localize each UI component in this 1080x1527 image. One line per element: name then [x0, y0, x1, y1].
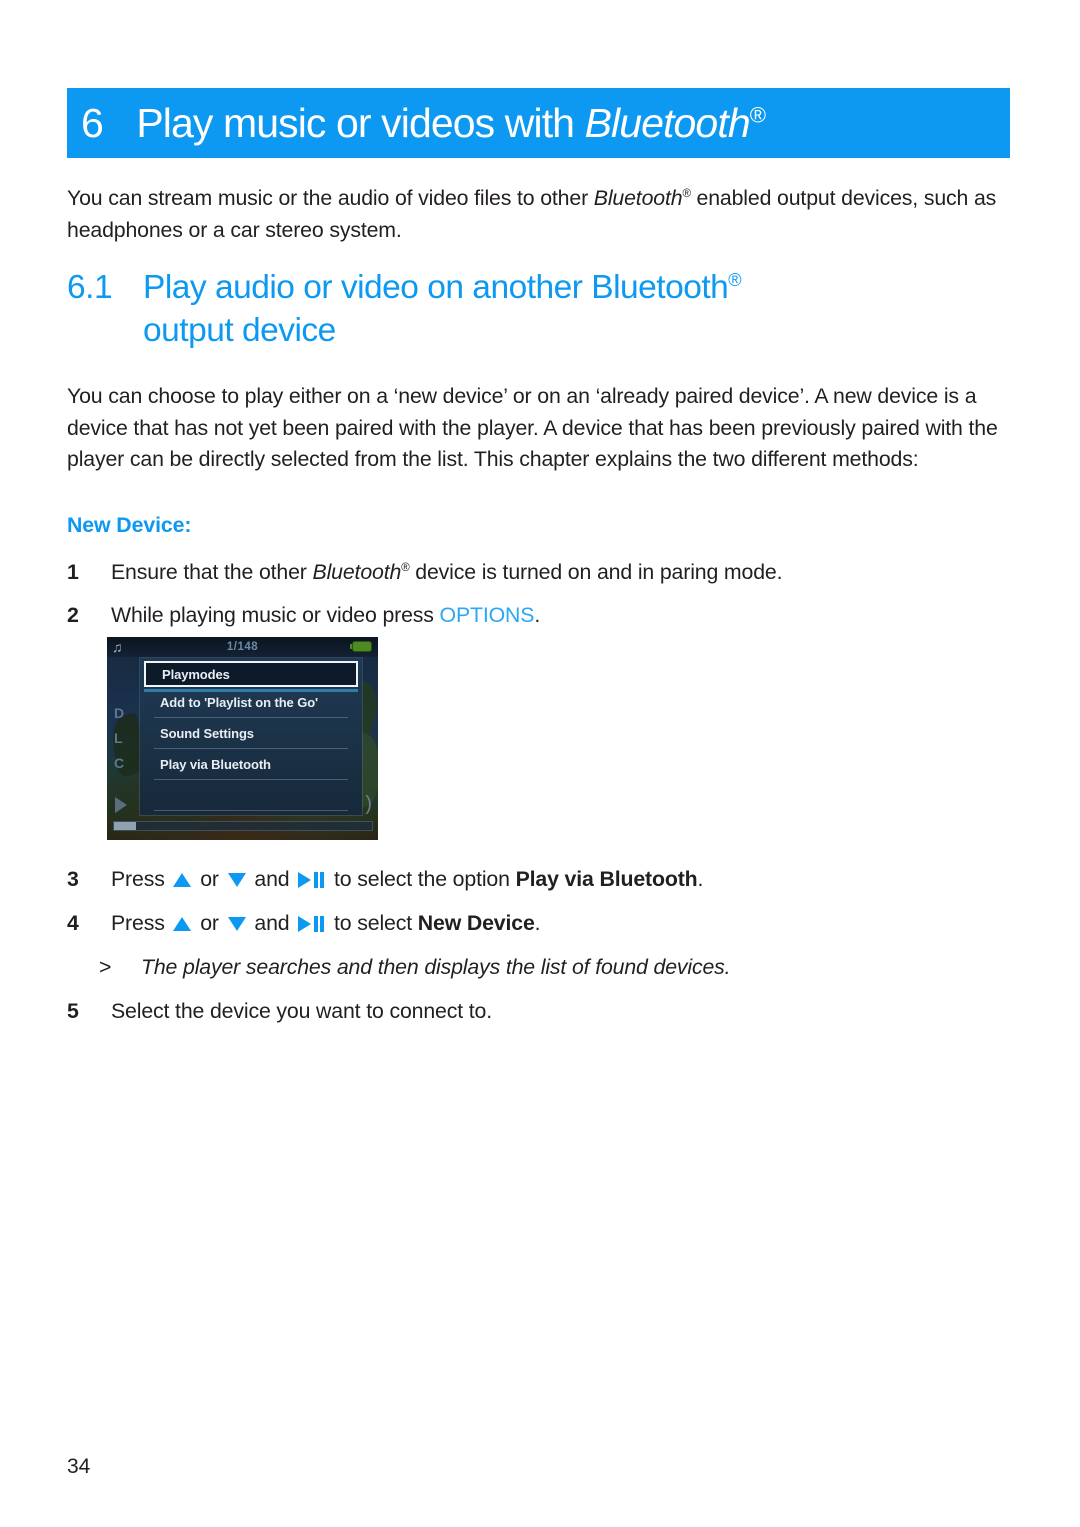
document-page: 6 Play music or videos with Bluetooth® Y… [0, 0, 1080, 1527]
note-text: The player searches and then displays th… [141, 955, 731, 979]
step3-bold: Play via Bluetooth [515, 867, 698, 891]
play-pause-icon [298, 872, 325, 888]
step-item: 3 Press or and to select the option Play… [67, 864, 1012, 896]
note-marker: > [99, 955, 112, 979]
step1-bluetooth: Bluetooth [312, 560, 402, 584]
section-title: Play audio or video on another Bluetooth… [143, 266, 1003, 352]
step-number: 2 [67, 603, 79, 627]
up-arrow-icon [173, 873, 192, 887]
step-text: Press or and to select New Device. [111, 908, 1012, 940]
play-indicator-icon [115, 797, 127, 813]
step3-mid3: to select the option [328, 867, 516, 891]
menu-item-playmodes[interactable]: Playmodes [144, 661, 358, 687]
page-number: 34 [67, 1455, 91, 1478]
chapter-title-bluetooth: Bluetooth [584, 99, 751, 146]
step4-pre: Press [111, 911, 171, 935]
step4-mid1: or [194, 911, 225, 935]
intro-paragraph: You can stream music or the audio of vid… [67, 183, 1012, 246]
step-number: 5 [67, 999, 79, 1023]
step2-pre: While playing music or video press [111, 603, 440, 627]
intro-part1: You can stream music or the audio of vid… [67, 186, 594, 210]
methods-paragraph: You can choose to play either on a ‘new … [67, 384, 998, 471]
chapter-number: 6 [81, 99, 104, 146]
battery-icon [350, 642, 371, 651]
device-screenshot-figure: D L C ) ♫ 1/148 Playmodes Add to 'Playli… [107, 637, 378, 840]
step-item: 4 Press or and to select New Device. [67, 908, 1012, 940]
section-number: 6.1 [67, 269, 113, 306]
step-item: 5 Select the device you want to connect … [67, 996, 1012, 1028]
step1-pre: Ensure that the other [111, 560, 313, 584]
section-title-line1: Play audio or video on another Bluetooth [143, 269, 729, 306]
section-heading: 6.1 Play audio or video on another Blueto… [67, 266, 1012, 352]
options-menu-overlay[interactable]: Playmodes Add to 'Playlist on the Go' So… [140, 658, 362, 815]
background-list-letter: C [114, 755, 125, 771]
step-item: 2 While playing music or video press OPT… [67, 600, 1012, 632]
background-bracket-glyph: ) [365, 793, 372, 815]
step-text: While playing music or video press OPTIO… [111, 600, 1012, 632]
step4-post: . [534, 911, 541, 935]
menu-item-sound-settings[interactable]: Sound Settings [140, 718, 362, 748]
menu-item-add-to-playlist[interactable]: Add to 'Playlist on the Go' [140, 687, 362, 717]
background-list-letter: D [114, 705, 125, 721]
new-device-subheading: New Device: [67, 513, 192, 537]
step-text: Press or and to select the option Play v… [111, 864, 1012, 896]
step3-mid2: and [248, 867, 296, 891]
step3-mid1: or [194, 867, 225, 891]
step3-post: . [697, 867, 704, 891]
step3-pre: Press [111, 867, 171, 891]
up-arrow-icon [173, 917, 192, 931]
step-text: Select the device you want to connect to… [111, 999, 492, 1023]
intro-registered-icon: ® [682, 187, 691, 200]
down-arrow-icon [227, 917, 246, 931]
down-arrow-icon [227, 873, 246, 887]
playback-progress-fill [114, 822, 136, 830]
playback-progress-bar [113, 821, 373, 831]
track-count-label: 1/148 [226, 641, 259, 653]
step4-mid3: to select [328, 911, 418, 935]
options-keyword: OPTIONS [439, 603, 535, 627]
background-list-letter: L [114, 730, 123, 746]
menu-item-play-via-bluetooth[interactable]: Play via Bluetooth [140, 749, 362, 779]
play-pause-icon [298, 916, 325, 932]
device-status-bar: ♫ 1/148 [107, 637, 378, 657]
step-item: 1 Ensure that the other Bluetooth® devic… [67, 557, 1012, 589]
chapter-title-plain: Play music or videos with [136, 99, 585, 146]
step1-post: device is turned on and in paring mode. [409, 560, 783, 584]
step-number: 3 [67, 867, 79, 891]
intro-bluetooth: Bluetooth [593, 186, 683, 210]
step1-registered-icon: ® [401, 561, 410, 574]
step4-bold: New Device [417, 911, 535, 935]
menu-divider [154, 810, 348, 811]
section-registered-icon: ® [728, 269, 742, 290]
step2-post: . [534, 603, 541, 627]
step-result-note: > The player searches and then displays … [67, 952, 1012, 984]
menu-item-empty [140, 780, 362, 810]
step-number: 4 [67, 911, 79, 935]
step4-mid2: and [248, 911, 296, 935]
chapter-title: Play music or videos with Bluetooth® [136, 99, 766, 146]
chapter-header-bar: 6 Play music or videos with Bluetooth® [67, 88, 1010, 158]
chapter-title-registered-icon: ® [749, 101, 766, 127]
step-number: 1 [67, 560, 79, 584]
section-title-line2: output device [143, 312, 336, 349]
step-text: Ensure that the other Bluetooth® device … [111, 557, 1012, 589]
